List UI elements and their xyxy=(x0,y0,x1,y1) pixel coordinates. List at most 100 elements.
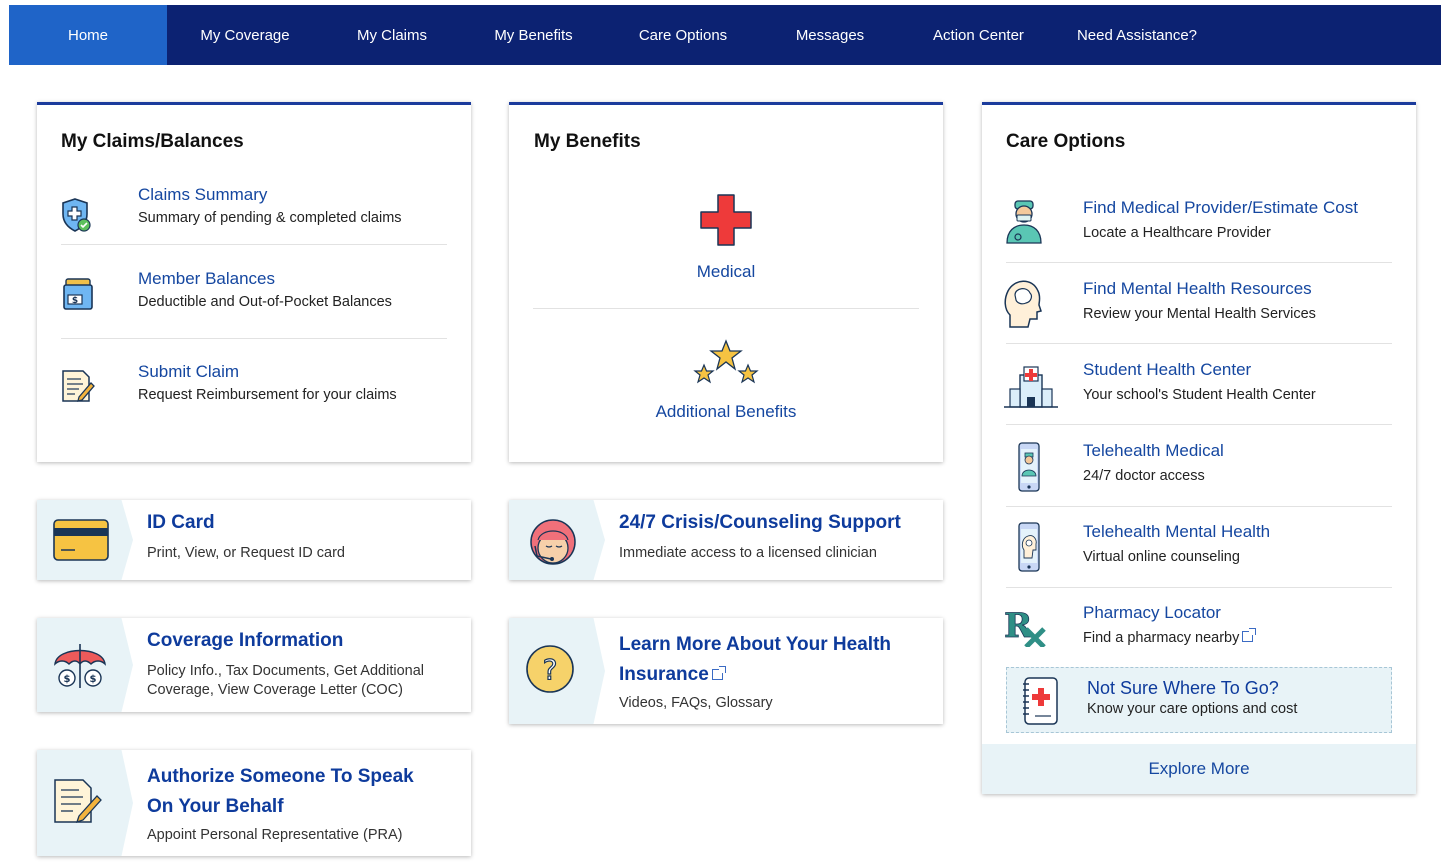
rx-icon: R xyxy=(1004,606,1048,652)
pharmacy-locator-desc: Find a pharmacy nearby xyxy=(1083,628,1257,646)
find-medical-provider-item[interactable]: Find Medical Provider/Estimate Cost Loca… xyxy=(1083,198,1358,241)
telehealth-mental-health-item[interactable]: Telehealth Mental Health Virtual online … xyxy=(1083,522,1270,565)
headset-agent-icon xyxy=(525,516,581,571)
telehealth-mental-health-link[interactable]: Telehealth Mental Health xyxy=(1083,522,1270,542)
main-nav: Home My Coverage My Claims My Benefits C… xyxy=(9,5,1441,65)
find-medical-provider-link[interactable]: Find Medical Provider/Estimate Cost xyxy=(1083,198,1358,218)
pharmacy-locator-desc-text: Find a pharmacy nearby xyxy=(1083,630,1240,646)
shield-check-icon xyxy=(61,197,91,238)
svg-text:$: $ xyxy=(72,296,78,306)
authorize-title-line1[interactable]: Authorize Someone To Speak xyxy=(147,762,414,792)
coverage-information-desc: Policy Info., Tax Documents, Get Additio… xyxy=(147,663,424,698)
svg-text:$: $ xyxy=(64,674,71,685)
learn-more-title[interactable]: Learn More About Your Health Insurance xyxy=(619,630,891,690)
document-pencil-icon xyxy=(59,367,95,410)
doctor-icon xyxy=(1004,197,1044,252)
submit-claim-desc: Request Reimbursement for your claims xyxy=(138,387,397,403)
nav-care-options[interactable]: Care Options xyxy=(606,5,760,65)
divider xyxy=(1006,262,1392,263)
hospital-icon xyxy=(1004,365,1058,414)
head-brain-icon xyxy=(1002,275,1042,336)
claims-summary-desc: Summary of pending & completed claims xyxy=(138,210,402,226)
id-card-title[interactable]: ID Card xyxy=(147,512,215,534)
red-cross-icon xyxy=(699,193,753,252)
nav-my-benefits[interactable]: My Benefits xyxy=(461,5,606,65)
svg-text:R: R xyxy=(1004,607,1033,646)
claims-summary-link[interactable]: Claims Summary xyxy=(138,185,402,205)
medical-link[interactable]: Medical xyxy=(509,262,943,282)
divider xyxy=(533,308,919,309)
submit-claim-item[interactable]: Submit Claim Request Reimbursement for y… xyxy=(138,362,397,403)
pharmacy-locator-link[interactable]: Pharmacy Locator xyxy=(1083,603,1253,623)
crisis-support-title[interactable]: 24/7 Crisis/Counseling Support xyxy=(619,512,901,534)
explore-more-label[interactable]: Explore More xyxy=(1148,759,1249,779)
claims-card-title: My Claims/Balances xyxy=(61,131,244,152)
crisis-support-desc: Immediate access to a licensed clinician xyxy=(619,545,877,561)
explore-more-button[interactable]: Explore More xyxy=(982,744,1416,794)
not-sure-link[interactable]: Not Sure Where To Go? xyxy=(1087,678,1297,699)
member-balances-link[interactable]: Member Balances xyxy=(138,269,392,289)
student-health-center-item[interactable]: Student Health Center Your school's Stud… xyxy=(1083,360,1316,403)
find-mental-health-link[interactable]: Find Mental Health Resources xyxy=(1083,279,1316,299)
care-options-card: Care Options Find Medical Provider/Estim… xyxy=(982,102,1416,794)
authorize-title-line2[interactable]: On Your Behalf xyxy=(147,792,414,822)
care-card-title: Care Options xyxy=(1006,131,1126,152)
document-pencil-icon xyxy=(51,776,109,831)
umbrella-money-icon: $ $ xyxy=(51,638,109,699)
learn-more-title-line1[interactable]: Learn More About Your Health xyxy=(619,630,891,660)
authorize-desc: Appoint Personal Representative (PRA) xyxy=(147,827,403,843)
medical-guide-icon xyxy=(1017,676,1061,731)
submit-claim-link[interactable]: Submit Claim xyxy=(138,362,397,382)
divider xyxy=(1006,424,1392,425)
nav-action-center[interactable]: Action Center xyxy=(900,5,1057,65)
learn-more-title-line2[interactable]: Insurance xyxy=(619,664,709,685)
authorize-title[interactable]: Authorize Someone To Speak On Your Behal… xyxy=(147,762,414,822)
learn-more-title-line2-wrap[interactable]: Insurance xyxy=(619,660,891,690)
learn-more-desc: Videos, FAQs, Glossary xyxy=(619,695,773,711)
external-link-icon xyxy=(711,666,726,680)
additional-benefits-link[interactable]: Additional Benefits xyxy=(509,402,943,422)
find-mental-health-desc: Review your Mental Health Services xyxy=(1083,306,1316,322)
id-card-tile[interactable]: ID Card Print, View, or Request ID card xyxy=(37,500,471,580)
coverage-information-tile[interactable]: $ $ Coverage Information Policy Info., T… xyxy=(37,618,471,712)
claims-balances-card: My Claims/Balances Claims Summary Summar… xyxy=(37,102,471,462)
question-icon: ? xyxy=(525,644,575,699)
divider xyxy=(61,338,447,339)
benefit-medical[interactable]: Medical xyxy=(509,193,943,282)
svg-text:?: ? xyxy=(543,653,558,686)
nav-my-coverage[interactable]: My Coverage xyxy=(167,5,323,65)
member-balances-desc: Deductible and Out-of-Pocket Balances xyxy=(138,294,392,310)
stars-icon xyxy=(693,339,759,390)
learn-more-tile[interactable]: ? Learn More About Your Health Insurance… xyxy=(509,618,943,724)
svg-text:$: $ xyxy=(90,674,97,685)
id-card-desc: Print, View, or Request ID card xyxy=(147,545,345,561)
wallet-icon: $ xyxy=(63,277,93,316)
coverage-information-title[interactable]: Coverage Information xyxy=(147,630,343,652)
not-sure-desc: Know your care options and cost xyxy=(1087,701,1298,717)
nav-need-assistance[interactable]: Need Assistance? xyxy=(1057,5,1217,65)
student-health-center-link[interactable]: Student Health Center xyxy=(1083,360,1316,380)
nav-messages[interactable]: Messages xyxy=(760,5,900,65)
benefits-card-title: My Benefits xyxy=(534,131,641,152)
credit-card-icon xyxy=(53,519,109,566)
divider xyxy=(61,244,447,245)
phone-doctor-icon xyxy=(1018,442,1040,497)
authorize-tile[interactable]: Authorize Someone To Speak On Your Behal… xyxy=(37,750,471,856)
not-sure-callout[interactable]: Not Sure Where To Go? Know your care opt… xyxy=(1006,667,1392,733)
student-health-center-desc: Your school's Student Health Center xyxy=(1083,387,1316,403)
benefit-additional[interactable]: Additional Benefits xyxy=(509,339,943,422)
crisis-support-tile[interactable]: 24/7 Crisis/Counseling Support Immediate… xyxy=(509,500,943,580)
claims-summary-item[interactable]: Claims Summary Summary of pending & comp… xyxy=(138,185,402,226)
phone-head-icon xyxy=(1018,522,1040,577)
nav-my-claims[interactable]: My Claims xyxy=(323,5,461,65)
member-balances-item[interactable]: Member Balances Deductible and Out-of-Po… xyxy=(138,269,392,310)
find-mental-health-item[interactable]: Find Mental Health Resources Review your… xyxy=(1083,279,1316,322)
nav-home[interactable]: Home xyxy=(9,5,167,65)
external-link-icon xyxy=(1242,628,1257,642)
telehealth-medical-item[interactable]: Telehealth Medical 24/7 doctor access xyxy=(1083,441,1224,484)
divider xyxy=(1006,587,1392,588)
divider xyxy=(1006,506,1392,507)
telehealth-medical-desc: 24/7 doctor access xyxy=(1083,468,1205,484)
telehealth-medical-link[interactable]: Telehealth Medical xyxy=(1083,441,1224,461)
pharmacy-locator-item[interactable]: Pharmacy Locator Find a pharmacy nearby xyxy=(1083,603,1257,646)
